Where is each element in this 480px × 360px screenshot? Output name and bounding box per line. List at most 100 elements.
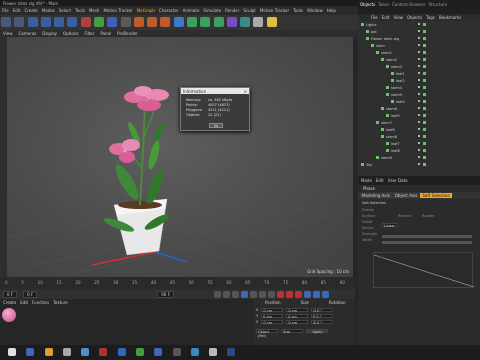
visibility-icon[interactable] [418, 58, 420, 60]
select-icon[interactable] [27, 17, 38, 27]
record-icon[interactable] [276, 290, 284, 298]
coordinate-size-field[interactable]: 0 cm [286, 319, 309, 325]
enable-check-icon[interactable] [423, 135, 426, 138]
attribute-menu-item[interactable]: Mode [361, 178, 372, 183]
position-key-icon[interactable] [303, 290, 311, 298]
visibility-icon[interactable] [418, 44, 420, 46]
enable-check-icon[interactable] [423, 142, 426, 145]
menu-item[interactable]: Motion Tracker [260, 8, 289, 13]
object-row[interactable]: stem1 [358, 49, 480, 56]
menu-item[interactable]: Mesh [89, 8, 100, 13]
panel-tab[interactable]: Objects [360, 2, 375, 7]
menu-item[interactable]: Render [225, 8, 239, 13]
taskbar-app-icon[interactable] [117, 348, 126, 356]
object-row[interactable]: leaf2 [358, 77, 480, 84]
menu-item[interactable]: Tools [293, 8, 303, 13]
render-picture-icon[interactable] [147, 17, 158, 27]
last-frame-icon[interactable] [267, 290, 275, 298]
deformer-icon[interactable] [226, 17, 237, 27]
visibility-icon[interactable] [418, 72, 420, 74]
falloff-graph[interactable] [373, 252, 475, 288]
size-mode-dropdown[interactable]: Size [281, 328, 303, 334]
object-tree[interactable]: Lights pot Flower stem stg stem stem1 stem2 st… [358, 21, 480, 176]
object-row[interactable]: leaf6 [358, 126, 480, 133]
enable-check-icon[interactable] [423, 23, 426, 26]
apply-button[interactable]: Apply [306, 328, 328, 334]
object-row[interactable]: leaf1 [358, 70, 480, 77]
object-row[interactable]: stem6 [358, 105, 480, 112]
visibility-icon[interactable] [418, 23, 420, 25]
taskbar-app-icon[interactable] [62, 348, 71, 356]
material-menu-item[interactable]: Texture [53, 300, 68, 305]
redo-icon[interactable] [14, 17, 25, 27]
taskbar-app-icon[interactable] [26, 348, 35, 356]
object-menu-item[interactable]: File [371, 15, 378, 20]
width-slider[interactable] [382, 241, 472, 244]
enable-check-icon[interactable] [423, 30, 426, 33]
visibility-icon[interactable] [418, 107, 420, 109]
enable-check-icon[interactable] [423, 163, 426, 166]
object-row[interactable]: pot [358, 28, 480, 35]
visibility-icon[interactable] [418, 135, 420, 137]
object-row[interactable]: leaf5 [358, 112, 480, 119]
visibility-icon[interactable] [418, 100, 420, 102]
visibility-icon[interactable] [418, 65, 420, 67]
menu-item[interactable]: Character [159, 8, 179, 13]
render-settings-icon[interactable] [160, 17, 171, 27]
coordinate-mode-dropdown[interactable]: Object (Rel) [256, 328, 278, 338]
menu-item[interactable]: Simulate [203, 8, 221, 13]
enable-check-icon[interactable] [423, 128, 426, 131]
enable-check-icon[interactable] [423, 149, 426, 152]
view-menu-item[interactable]: Filter [84, 31, 94, 36]
object-row[interactable]: stem8 [358, 133, 480, 140]
visibility-icon[interactable] [418, 79, 420, 81]
taskbar-app-icon[interactable] [209, 348, 218, 356]
coordinate-system-icon[interactable] [120, 17, 131, 27]
enable-check-icon[interactable] [423, 156, 426, 159]
taskbar-app-icon[interactable] [190, 348, 199, 356]
menu-item[interactable]: Animate [183, 8, 200, 13]
next-key-icon[interactable] [258, 290, 266, 298]
strength-slider[interactable] [382, 235, 472, 238]
current-frame-field[interactable]: 0 F [3, 290, 18, 298]
menu-item[interactable]: Motion Tracker [103, 8, 132, 13]
move-icon[interactable] [40, 17, 51, 27]
view-menu-item[interactable]: Display [42, 31, 57, 36]
panel-tab[interactable]: Content Browser [392, 2, 425, 7]
taskbar-app-icon[interactable] [99, 348, 108, 356]
visibility-icon[interactable] [418, 86, 420, 88]
scale-icon[interactable] [54, 17, 65, 27]
object-row[interactable]: leaf7 [358, 140, 480, 147]
coordinate-pos-field[interactable]: 0 cm [261, 319, 284, 325]
coordinate-rot-field[interactable]: P 0 ° [311, 313, 334, 319]
menu-item[interactable]: MoGraph [137, 8, 155, 13]
close-icon[interactable]: × [244, 89, 247, 94]
material-swatch[interactable] [2, 308, 16, 322]
object-row[interactable]: Lights [358, 21, 480, 28]
view-menu-item[interactable]: View [3, 31, 13, 36]
object-menu-item[interactable]: Edit [382, 15, 390, 20]
enable-check-icon[interactable] [423, 107, 426, 110]
visibility-icon[interactable] [418, 30, 420, 32]
object-row[interactable]: stem5 [358, 91, 480, 98]
cinema4d-taskbar-icon[interactable] [227, 348, 236, 356]
object-menu-item[interactable]: View [393, 15, 403, 20]
taskbar-app-icon[interactable] [44, 348, 53, 356]
camera-icon[interactable] [253, 17, 264, 27]
attribute-menu-item[interactable]: User Data [388, 178, 408, 183]
taskbar-app-icon[interactable] [135, 348, 144, 356]
enable-check-icon[interactable] [423, 86, 426, 89]
menu-item[interactable]: Select [59, 8, 71, 13]
taskbar-app-icon[interactable] [154, 348, 163, 356]
menu-item[interactable]: Sculpt [243, 8, 256, 13]
menu-item[interactable]: File [2, 8, 9, 13]
visibility-icon[interactable] [418, 93, 420, 95]
enable-check-icon[interactable] [423, 100, 426, 103]
start-frame-field[interactable]: 0 F [23, 290, 38, 298]
visibility-icon[interactable] [418, 149, 420, 151]
object-row[interactable]: leaf4 [358, 98, 480, 105]
play-icon[interactable] [240, 290, 248, 298]
menu-item[interactable]: Tools [75, 8, 85, 13]
autokey-icon[interactable] [285, 290, 293, 298]
object-menu-item[interactable]: Tags [426, 15, 435, 20]
